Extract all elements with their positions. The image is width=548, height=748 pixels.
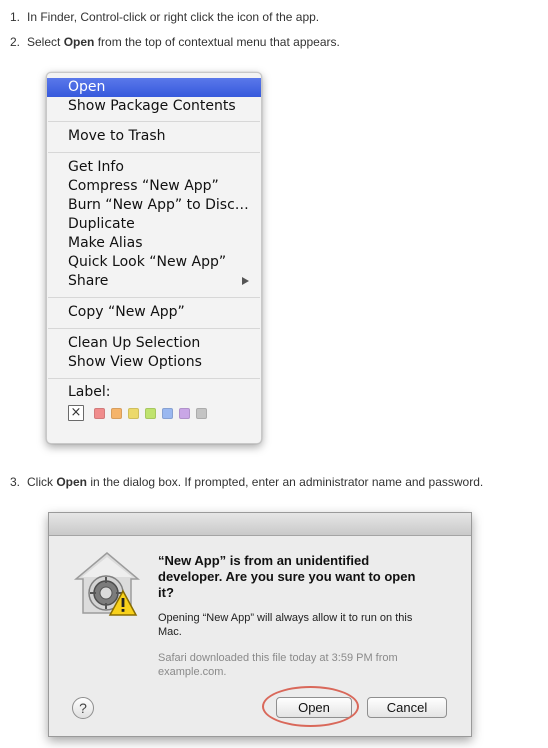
step-1: 1. In Finder, Control-click or right clic… bbox=[10, 10, 319, 24]
menu-item-show-package-contents[interactable]: Show Package Contents bbox=[47, 97, 261, 116]
label-swatch-purple[interactable] bbox=[179, 408, 190, 419]
label-heading: Label: bbox=[68, 384, 111, 400]
label-swatch-red[interactable] bbox=[94, 408, 105, 419]
label-swatch-gray[interactable] bbox=[196, 408, 207, 419]
dialog-message: Opening “New App” will always allow it t… bbox=[158, 612, 413, 638]
dialog-titlebar[interactable] bbox=[49, 513, 471, 536]
submenu-arrow-icon bbox=[242, 277, 249, 285]
label-none-swatch[interactable]: × bbox=[68, 405, 84, 421]
menu-item-make-alias[interactable]: Make Alias bbox=[47, 234, 261, 253]
menu-item-move-to-trash[interactable]: Move to Trash bbox=[47, 127, 261, 146]
menu-item-compress[interactable]: Compress “New App” bbox=[47, 177, 261, 196]
cancel-button[interactable]: Cancel bbox=[367, 697, 447, 718]
step-bold-text: Open bbox=[63, 35, 95, 49]
menu-item-quick-look[interactable]: Quick Look “New App” bbox=[47, 253, 261, 272]
menu-item-duplicate[interactable]: Duplicate bbox=[47, 215, 261, 234]
menu-item-burn-to-disc[interactable]: Burn “New App” to Disc… bbox=[47, 196, 261, 215]
label-swatch-green[interactable] bbox=[145, 408, 156, 419]
step-text: from the top of contextual menu that app… bbox=[94, 35, 340, 49]
step-2: 2. Select Open from the top of contextual… bbox=[10, 35, 340, 49]
step-3: 3. Click Open in the dialog box. If promp… bbox=[10, 475, 483, 489]
label-swatch-blue[interactable] bbox=[162, 408, 173, 419]
step-text: Click bbox=[27, 475, 57, 489]
help-button[interactable]: ? bbox=[72, 697, 94, 719]
menu-separator bbox=[48, 328, 260, 329]
step-text: Select bbox=[27, 35, 64, 49]
gatekeeper-warning-icon bbox=[73, 552, 141, 616]
menu-item-share-label: Share bbox=[68, 273, 109, 289]
step-number: 1. bbox=[10, 10, 21, 24]
dialog-download-note: Safari downloaded this file today at 3:5… bbox=[158, 652, 398, 678]
menu-item-clean-up-selection[interactable]: Clean Up Selection bbox=[47, 334, 261, 353]
menu-separator bbox=[48, 152, 260, 153]
security-dialog: “New App” is from an unidentified develo… bbox=[48, 512, 472, 737]
menu-item-copy[interactable]: Copy “New App” bbox=[47, 303, 261, 322]
step-number: 2. bbox=[10, 35, 21, 49]
step-bold-text: Open bbox=[56, 475, 88, 489]
step-text: in the dialog box. If prompted, enter an… bbox=[87, 475, 484, 489]
menu-separator bbox=[48, 297, 260, 298]
menu-separator bbox=[48, 378, 260, 379]
label-swatch-yellow[interactable] bbox=[128, 408, 139, 419]
step-number: 3. bbox=[10, 475, 21, 489]
step-text: In Finder, Control-click or right click … bbox=[27, 10, 320, 24]
menu-item-share[interactable]: Share bbox=[47, 272, 261, 291]
context-menu: Open Show Package Contents Move to Trash… bbox=[46, 72, 262, 444]
menu-item-show-view-options[interactable]: Show View Options bbox=[47, 353, 261, 372]
label-swatch-orange[interactable] bbox=[111, 408, 122, 419]
dialog-heading: “New App” is from an unidentified develo… bbox=[158, 553, 416, 600]
menu-item-get-info[interactable]: Get Info bbox=[47, 158, 261, 177]
menu-item-open[interactable]: Open bbox=[47, 78, 261, 97]
open-button[interactable]: Open bbox=[276, 697, 352, 718]
menu-separator bbox=[48, 121, 260, 122]
